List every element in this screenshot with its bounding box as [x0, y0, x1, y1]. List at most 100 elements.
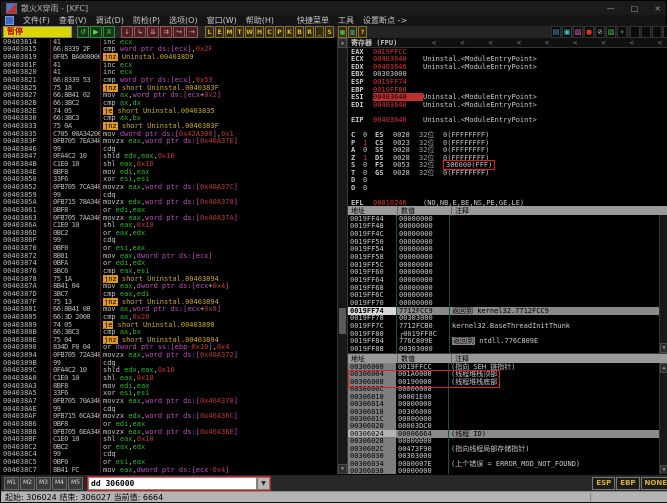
- view-pink-button[interactable]: ▨: [573, 26, 583, 38]
- register-row-EDI[interactable]: EDI00403640Uninstal.<ModuleEntryPoint>: [348, 101, 667, 109]
- register-value: 00403640: [373, 116, 423, 124]
- flag-row-O[interactable]: O0: [348, 184, 667, 192]
- flag-row-D[interactable]: D0: [348, 177, 667, 185]
- letter-button-B[interactable]: B: [295, 26, 304, 38]
- memory-tab-M1[interactable]: M1: [4, 477, 19, 490]
- scrollbar-thumb[interactable]: [339, 308, 346, 334]
- register-row-EIP[interactable]: EIP00403640Uninstal.<ModuleEntryPoint>: [348, 116, 667, 124]
- letter-button-R[interactable]: R: [305, 26, 314, 38]
- menu-item-1[interactable]: 查看(V): [59, 15, 87, 26]
- scroll-up-arrow-icon[interactable]: ▲: [338, 38, 347, 48]
- disasm-bytes: 8B41 FC: [51, 466, 101, 474]
- menu-item-0[interactable]: 文件(F): [23, 15, 50, 26]
- letter-button-P[interactable]: P: [275, 26, 284, 38]
- follow-esp-button[interactable]: ESP: [592, 477, 615, 490]
- menu-item-2[interactable]: 调试(D): [96, 15, 124, 26]
- disable-button[interactable]: ⊘: [595, 26, 605, 38]
- dump-col-comment[interactable]: 注释: [452, 354, 667, 364]
- step-over-button[interactable]: ↳: [134, 26, 146, 38]
- menu-item-4[interactable]: 选项(O): [169, 15, 198, 26]
- flag-row-T[interactable]: T0GS002832位0(FFFFFFFF): [348, 169, 667, 177]
- dump-col-address[interactable]: 地址: [348, 354, 398, 364]
- memory-map-button[interactable]: ▦: [338, 26, 347, 38]
- letter-button-S[interactable]: S: [325, 26, 334, 38]
- restart-button[interactable]: ↺: [77, 26, 89, 38]
- letter-button-K[interactable]: K: [285, 26, 294, 38]
- letter-button-C[interactable]: C: [265, 26, 274, 38]
- registers-unfold-chevrons[interactable]: <<<<<<<<<: [432, 39, 665, 47]
- maximize-button[interactable]: □: [631, 4, 639, 13]
- child-window-icon[interactable]: [5, 16, 14, 25]
- menu-item-8[interactable]: 工具: [338, 15, 354, 26]
- dump-scroll-up-icon[interactable]: ▲: [660, 363, 667, 373]
- menu-item-9[interactable]: 设置断点 ->: [363, 15, 407, 26]
- reserved-button-1[interactable]: [641, 26, 651, 38]
- memory-tab-M2[interactable]: M2: [20, 477, 35, 490]
- follow-none-button[interactable]: NONE: [641, 477, 667, 490]
- command-dropdown-icon[interactable]: ▼: [257, 477, 270, 490]
- close-program-button[interactable]: X: [103, 26, 115, 38]
- letter-button-E[interactable]: E: [215, 26, 224, 38]
- stack-scroll-down-icon[interactable]: ▼: [660, 343, 667, 353]
- disasm-row[interactable]: 004038C78B41 FCmov eax,dword ptr ds:[ecx…: [1, 466, 338, 474]
- close-button[interactable]: ×: [654, 4, 661, 13]
- menu-item-6[interactable]: 帮助(H): [246, 15, 274, 26]
- go-button[interactable]: »: [617, 26, 627, 38]
- disassembly-scrollbar[interactable]: ▲ ▼: [337, 38, 347, 474]
- animate-over-button[interactable]: ⇉: [160, 26, 172, 38]
- scroll-down-arrow-icon[interactable]: ▼: [338, 464, 347, 474]
- step-into-button[interactable]: ↓: [121, 26, 133, 38]
- dump-scrollbar[interactable]: ▲ ▼: [659, 363, 667, 475]
- memory-tab-M3[interactable]: M3: [36, 477, 51, 490]
- run-button[interactable]: ▶: [90, 26, 102, 38]
- app-icon: [6, 3, 17, 14]
- status-text: 起始: 306024 结束: 306027 当前值: 6664: [5, 492, 163, 503]
- letter-button-H[interactable]: H: [255, 26, 264, 38]
- animate-into-button[interactable]: ⇊: [147, 26, 159, 38]
- reserved-button-2[interactable]: [652, 26, 662, 38]
- menu-item-3[interactable]: 防检(P): [133, 15, 160, 26]
- stack-panel: 地址 数值 注释 0019FF44000000000019FF480000000…: [348, 206, 667, 353]
- registers-header: 寄存器 (FPU) <<<<<<<<<: [348, 38, 667, 48]
- letter-button-T[interactable]: T: [235, 26, 244, 38]
- window-button-group: ▦▥?: [338, 26, 367, 38]
- stack-scrollbar[interactable]: ▼: [659, 215, 667, 353]
- letter-button-L[interactable]: L: [205, 26, 214, 38]
- dump-body: 003060000019FFCC(指向 SEH 链指针)00306004001A…: [348, 363, 660, 475]
- status-paused-badge: 暂停: [3, 26, 72, 38]
- follow-ebp-button[interactable]: EBP: [616, 477, 639, 490]
- record-button[interactable]: ●: [584, 26, 594, 38]
- dump-col-value[interactable]: 数值: [398, 354, 452, 364]
- command-input[interactable]: [88, 477, 257, 490]
- command-bar: M1M2M3M4M5 ▼ ESPEBPNONE: [1, 474, 667, 492]
- stack-col-value[interactable]: 数值: [398, 206, 452, 216]
- view-blue-button[interactable]: ▤: [551, 26, 561, 38]
- patch-button[interactable]: ▧: [606, 26, 616, 38]
- reserved-button-3[interactable]: [663, 26, 667, 38]
- window-title: 散火X穿雨 - [KFC]: [21, 3, 88, 14]
- view-cyan-button[interactable]: ▣: [562, 26, 572, 38]
- minimize-button[interactable]: —: [607, 4, 615, 13]
- letter-button-_[interactable]: _: [315, 26, 324, 38]
- help-button[interactable]: ?: [358, 26, 367, 38]
- letter-button-W[interactable]: W: [245, 26, 254, 38]
- disassembly-panel: 0040381441inc ecx0040381566:8339 2Fcmp w…: [1, 38, 348, 474]
- execute-till-user-code-button[interactable]: →: [186, 26, 198, 38]
- stack-col-address[interactable]: 地址: [348, 206, 398, 216]
- execute-till-return-button[interactable]: ↪: [173, 26, 185, 38]
- stack-header-row: 地址 数值 注释: [348, 206, 667, 215]
- memory-tab-M5[interactable]: M5: [68, 477, 83, 490]
- stack-col-comment[interactable]: 注释: [452, 206, 667, 216]
- stack-follow-button-group: ESPEBPNONE: [592, 477, 667, 490]
- menu-item-5[interactable]: 窗口(W): [207, 15, 237, 26]
- reserved-button-0[interactable]: [630, 26, 640, 38]
- menu-item-7[interactable]: 快捷菜单: [297, 15, 329, 26]
- step-button-group: ↓↳⇊⇉↪→: [121, 26, 198, 38]
- cpu-window-button[interactable]: ▥: [348, 26, 357, 38]
- memory-tab-M4[interactable]: M4: [52, 477, 67, 490]
- registers-body: EAX0019FFCCECX00403640Uninstal.<ModuleEn…: [348, 48, 667, 207]
- stack-body: 0019FF44000000000019FF48000000000019FF4C…: [348, 215, 660, 353]
- disasm-instruction: mov eax,dword ptr ds:[ecx-0x4]: [101, 466, 338, 474]
- dump-header-row: 地址 数值 注释: [348, 354, 667, 363]
- letter-button-M[interactable]: M: [225, 26, 234, 38]
